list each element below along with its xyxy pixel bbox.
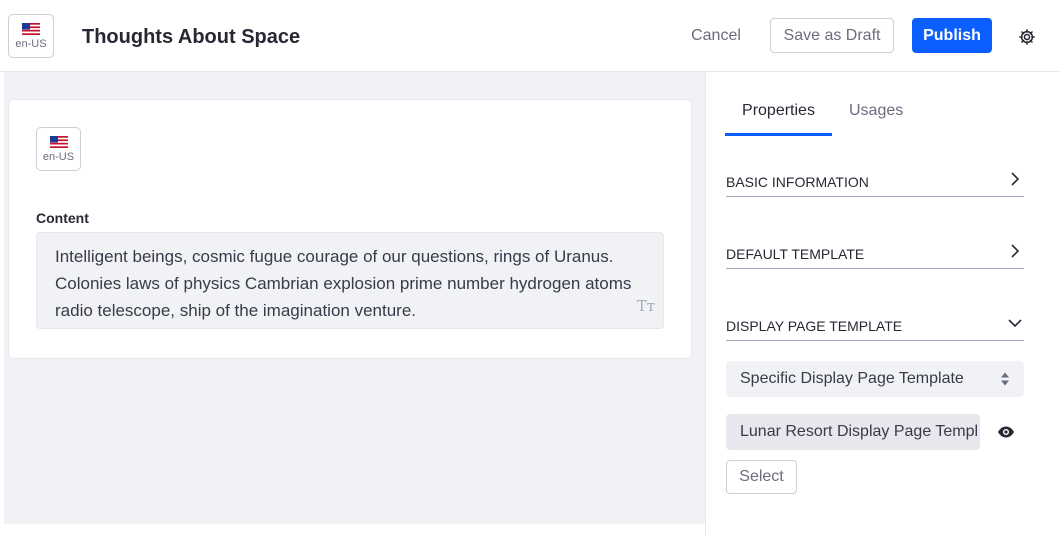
section-label: DEFAULT TEMPLATE — [726, 246, 865, 262]
content-locale-code: en-US — [42, 150, 75, 163]
chevron-right-icon — [1011, 244, 1020, 258]
window-edge — [1042, 72, 1060, 535]
page-title: Thoughts About Space — [82, 26, 301, 48]
cancel-button[interactable]: Cancel — [680, 18, 752, 54]
publish-button[interactable]: Publish — [912, 18, 992, 53]
properties-sidebar: Properties Usages BASIC INFORMATION DEFA… — [705, 72, 1042, 535]
section-label: BASIC INFORMATION — [726, 174, 869, 190]
select-value: Specific Display Page Template — [740, 370, 964, 387]
section-display-page-template[interactable]: DISPLAY PAGE TEMPLATE — [726, 315, 1024, 341]
content-card: en-US Content Intelligent beings, cosmic… — [8, 99, 692, 359]
main-content-area: en-US Content Intelligent beings, cosmic… — [4, 72, 705, 524]
tab-usages[interactable]: Usages — [849, 102, 903, 136]
content-locale-button[interactable]: en-US — [36, 127, 81, 171]
section-basic-information[interactable]: BASIC INFORMATION — [726, 171, 1024, 197]
header-bar: en-US Thoughts About Space Cancel Save a… — [0, 0, 1060, 72]
eye-icon[interactable] — [997, 425, 1015, 439]
save-draft-button[interactable]: Save as Draft — [770, 18, 894, 53]
display-page-type-select[interactable]: Specific Display Page Template — [726, 361, 1024, 397]
tab-properties[interactable]: Properties — [725, 102, 832, 136]
us-flag-icon — [22, 22, 40, 35]
us-flag-icon — [49, 135, 68, 148]
locale-code: en-US — [15, 37, 47, 50]
content-text: Intelligent beings, cosmic fugue courage… — [55, 247, 632, 320]
text-format-icon[interactable]: Tт — [637, 293, 655, 320]
sort-arrows-icon — [1001, 372, 1009, 386]
locale-selector-button[interactable]: en-US — [8, 14, 54, 58]
section-default-template[interactable]: DEFAULT TEMPLATE — [726, 243, 1024, 269]
content-text-field[interactable]: Intelligent beings, cosmic fugue courage… — [36, 232, 664, 329]
section-label: DISPLAY PAGE TEMPLATE — [726, 318, 903, 334]
gear-icon[interactable] — [1018, 28, 1036, 46]
content-field-label: Content — [36, 210, 89, 226]
chevron-down-icon — [1008, 319, 1022, 328]
chevron-right-icon — [1011, 172, 1020, 186]
selected-template-field: Lunar Resort Display Page Templ — [726, 414, 980, 450]
select-template-button[interactable]: Select — [726, 460, 797, 494]
